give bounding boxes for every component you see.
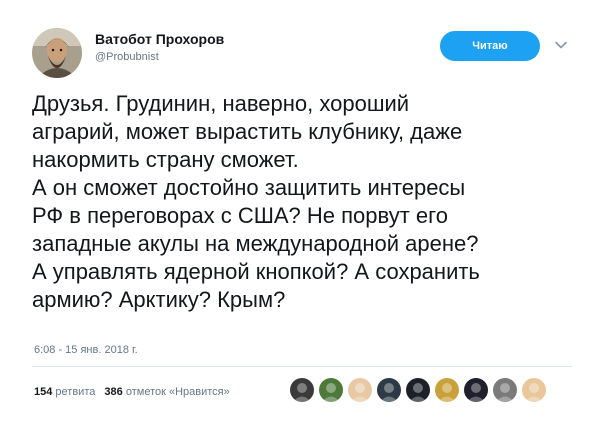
retweets-stat[interactable]: 154 ретвита — [34, 386, 95, 398]
tweet: Ватобот Прохоров @Probubnist Читаю Друзь… — [0, 0, 600, 427]
divider — [32, 366, 572, 367]
retweets-label: ретвита — [55, 386, 96, 398]
likes-count: 386 — [104, 386, 123, 398]
author-username[interactable]: @Probubnist — [95, 51, 159, 63]
tweet-text-line: аграрий, может вырастить клубнику, даже — [32, 119, 463, 144]
likes-stat[interactable]: 386 отметок «Нравится» — [104, 386, 229, 398]
follow-button[interactable]: Читаю — [440, 31, 540, 61]
liker-avatar-icon[interactable] — [522, 378, 546, 402]
liker-avatar-icon[interactable] — [464, 378, 488, 402]
likes-label: отметок «Нравится» — [125, 386, 230, 398]
tweet-text-line: армию? Арктику? Крым? — [32, 287, 286, 312]
liker-avatar-icon[interactable] — [493, 378, 517, 402]
liker-avatar-icon[interactable] — [435, 378, 459, 402]
tweet-text-line: А управлять ядерной кнопкой? А сохранить — [32, 259, 480, 284]
tweet-text-line: западные акулы на международной арене? — [32, 231, 479, 256]
tweet-text-line: РФ в переговорах с США? Не порвут его — [32, 203, 448, 228]
author-display-name[interactable]: Ватобот Прохоров — [95, 31, 224, 47]
liker-avatar-icon[interactable] — [377, 378, 401, 402]
avatar[interactable] — [32, 28, 82, 78]
liker-avatar-icon[interactable] — [319, 378, 343, 402]
liker-avatar-icon[interactable] — [348, 378, 372, 402]
tweet-stats: 154 ретвита 386 отметок «Нравится» — [34, 386, 230, 398]
likers-list — [290, 378, 546, 402]
chevron-down-icon[interactable] — [554, 38, 568, 52]
liker-avatar-icon[interactable] — [290, 378, 314, 402]
avatar-icon — [32, 28, 82, 78]
tweet-timestamp[interactable]: 6:08 - 15 янв. 2018 г. — [34, 344, 138, 356]
liker-avatar-icon[interactable] — [406, 378, 430, 402]
tweet-text-line: Друзья. Грудинин, наверно, хороший — [32, 91, 410, 116]
tweet-text-line: накормить страну сможет. — [32, 147, 299, 172]
retweets-count: 154 — [34, 386, 53, 398]
tweet-text: Друзья. Грудинин, наверно, хороший аграр… — [32, 90, 582, 314]
tweet-text-line: А он сможет достойно защитить интересы — [32, 175, 466, 200]
